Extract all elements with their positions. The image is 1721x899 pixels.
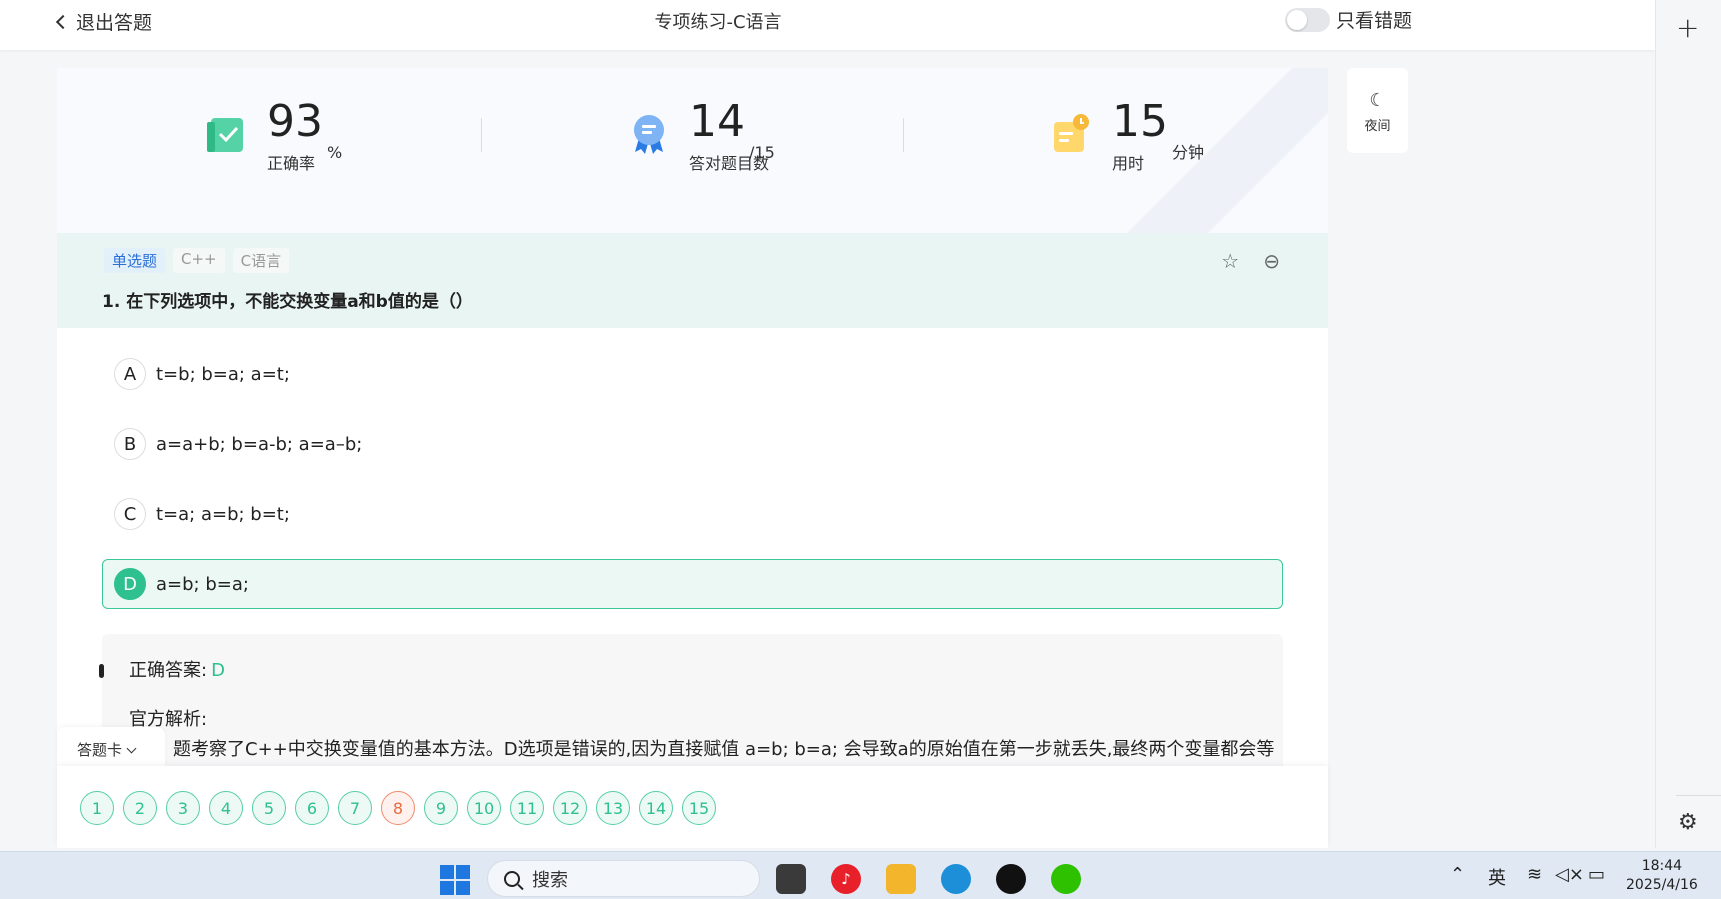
question-number-11[interactable]: 11: [510, 791, 544, 825]
wifi-icon[interactable]: ≋: [1527, 864, 1542, 885]
option-text: a=a+b; b=a-b; a=a–b;: [156, 433, 363, 455]
stats-panel: 93% 正确率 14/15 答对题目数 15分钟 用时: [57, 68, 1328, 233]
accuracy-value: 93: [267, 96, 323, 147]
chevron-up-icon[interactable]: ⌃: [1450, 864, 1465, 885]
question-text: 1. 在下列选项中，不能交换变量a和b值的是（）: [102, 292, 473, 312]
star-icon[interactable]: ☆: [1221, 249, 1239, 273]
answer-marker: [99, 664, 104, 678]
windows-start-icon[interactable]: [440, 865, 470, 895]
question-number-8[interactable]: 8: [381, 791, 415, 825]
ime-indicator[interactable]: 英: [1488, 864, 1506, 890]
option-text: t=b; b=a; a=t;: [156, 363, 290, 385]
question-tags: 单选题 C++ C语言: [104, 248, 290, 273]
right-sidebar: + ⚙: [1655, 0, 1721, 848]
system-clock[interactable]: 18:44 2025/4/16: [1626, 857, 1698, 895]
toggle-switch[interactable]: [1285, 7, 1330, 32]
correct-value: 14: [689, 96, 745, 147]
question-number-1[interactable]: 1: [80, 791, 114, 825]
option-d[interactable]: D a=b; b=a;: [102, 559, 1283, 609]
stat-divider: [481, 118, 482, 152]
time-unit: 分钟: [1172, 143, 1205, 162]
chevron-down-icon: [126, 743, 137, 754]
option-letter: A: [114, 358, 146, 390]
question-number-7[interactable]: 7: [338, 791, 372, 825]
taskbar-search[interactable]: 搜索: [487, 860, 760, 897]
option-letter: D: [114, 568, 146, 600]
option-b[interactable]: B a=a+b; b=a-b; a=a–b;: [102, 419, 1283, 469]
medal-icon: [634, 115, 664, 154]
task-view-icon[interactable]: [776, 864, 806, 894]
question-number-10[interactable]: 10: [467, 791, 501, 825]
stat-divider: [903, 118, 904, 152]
night-mode-label: 夜间: [1364, 119, 1391, 134]
wrong-only-label: 只看错题: [1336, 10, 1413, 32]
answer-card-toggle[interactable]: 答题卡: [57, 727, 165, 767]
volume-muted-icon[interactable]: ◁×: [1555, 864, 1584, 885]
correct-answer-label: 正确答案:: [129, 660, 208, 681]
wechat-icon[interactable]: [1051, 864, 1081, 894]
question-number-2[interactable]: 2: [123, 791, 157, 825]
question-number-14[interactable]: 14: [639, 791, 673, 825]
tag-cpp: C++: [173, 248, 225, 273]
option-text: a=b; b=a;: [156, 573, 249, 595]
page-title: 专项练习-C语言: [654, 12, 782, 33]
top-header: 退出答题 专项练习-C语言 只看错题: [0, 0, 1655, 50]
checkmark-book-icon: [207, 118, 243, 152]
option-letter: C: [114, 498, 146, 530]
file-explorer-icon[interactable]: [886, 864, 916, 894]
gear-icon[interactable]: ⚙: [1678, 810, 1698, 835]
taskbar: 搜索 ♪ ⌃ 英 ≋ ◁× ▭ 18:44 2025/4/16: [0, 851, 1721, 899]
analysis-text: 题考察了C++中交换变量值的基本方法。D选项是错误的,因为直接赋值 a=b; b…: [173, 739, 1275, 760]
sidebar-divider: [1676, 795, 1721, 796]
stat-correct: 14/15 答对题目数: [627, 98, 775, 174]
tag-c-language: C语言: [232, 248, 290, 273]
question-number-3[interactable]: 3: [166, 791, 200, 825]
option-c[interactable]: C t=a; a=b; b=t;: [102, 489, 1283, 539]
clock-time: 18:44: [1641, 858, 1683, 874]
option-text: t=a; a=b; b=t;: [156, 503, 290, 525]
question-number-15[interactable]: 15: [682, 791, 716, 825]
tag-question-type: 单选题: [104, 248, 166, 273]
qq-icon[interactable]: [996, 864, 1026, 894]
stat-accuracy: 93% 正确率: [205, 98, 342, 174]
accuracy-unit: %: [327, 143, 343, 162]
question-number-13[interactable]: 13: [596, 791, 630, 825]
battery-icon[interactable]: ▭: [1588, 864, 1605, 885]
moon-icon: ☾: [1369, 90, 1386, 111]
question-header: 单选题 C++ C语言 ☆ ⊖ 1. 在下列选项中，不能交换变量a和b值的是（）: [57, 233, 1328, 328]
search-placeholder: 搜索: [532, 869, 568, 891]
correct-answer-row: 正确答案: D: [129, 656, 225, 682]
netease-music-icon[interactable]: ♪: [831, 864, 861, 894]
night-mode-button[interactable]: ☾ 夜间: [1347, 68, 1408, 153]
correct-unit: /15: [749, 143, 775, 162]
minus-circle-icon[interactable]: ⊖: [1263, 249, 1280, 273]
time-value: 15: [1112, 96, 1168, 147]
question-number-9[interactable]: 9: [424, 791, 458, 825]
clock-date: 2025/4/16: [1626, 877, 1698, 893]
option-a[interactable]: A t=b; b=a; a=t;: [102, 349, 1283, 399]
wrong-only-toggle[interactable]: 只看错题: [1285, 6, 1412, 33]
clock-note-icon: [1054, 114, 1089, 152]
question-number-12[interactable]: 12: [553, 791, 587, 825]
option-letter: B: [114, 428, 146, 460]
add-icon[interactable]: +: [1676, 14, 1699, 42]
question-number-4[interactable]: 4: [209, 791, 243, 825]
question-actions: ☆ ⊖: [1221, 249, 1280, 273]
question-number-list: 1 2 3 4 5 6 7 8 9 10 11 12 13 14 15: [80, 791, 716, 825]
answer-card-label: 答题卡: [77, 741, 123, 759]
edge-browser-icon[interactable]: [941, 864, 971, 894]
toggle-knob: [1287, 9, 1307, 30]
correct-answer-value: D: [211, 660, 225, 681]
answer-card: 1 2 3 4 5 6 7 8 9 10 11 12 13 14 15: [57, 766, 1328, 848]
search-icon: [504, 870, 520, 887]
stat-time: 15分钟 用时: [1050, 98, 1204, 174]
question-number-5[interactable]: 5: [252, 791, 286, 825]
question-number-6[interactable]: 6: [295, 791, 329, 825]
